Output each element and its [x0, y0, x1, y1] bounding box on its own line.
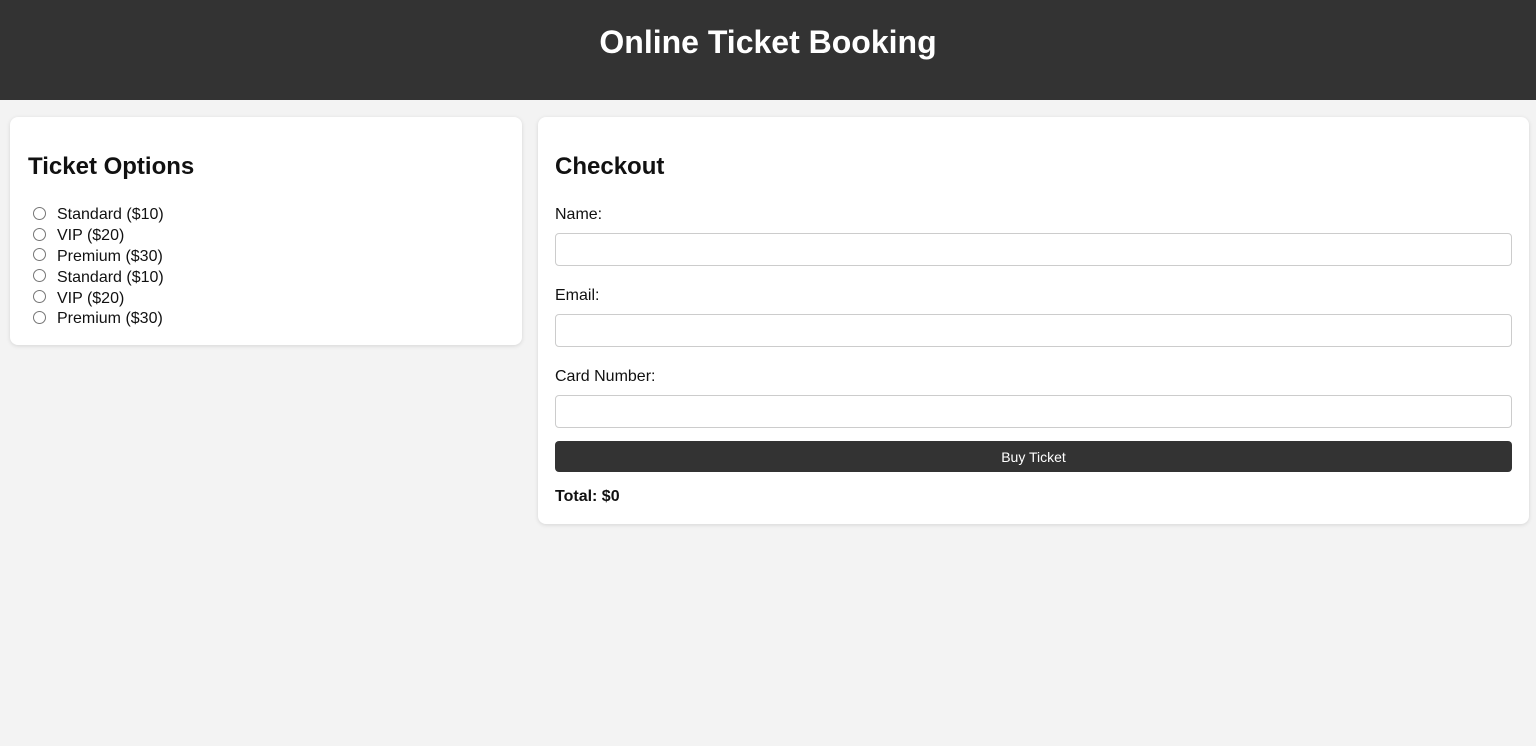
radio-button[interactable] — [33, 290, 46, 304]
main-content: Ticket Options Standard ($10) VIP ($20) … — [0, 100, 1536, 746]
radio-button[interactable] — [33, 206, 46, 220]
ticket-option[interactable]: VIP ($20) — [28, 288, 504, 309]
radio-button[interactable] — [33, 310, 46, 324]
radio-button[interactable] — [33, 248, 46, 262]
ticket-option[interactable]: Premium ($30) — [28, 247, 504, 268]
email-field[interactable] — [555, 314, 1512, 347]
total-amount: Total: $0 — [555, 488, 620, 505]
ticket-option-label: VIP ($20) — [57, 289, 125, 307]
card-number-label: Card Number: — [555, 368, 656, 385]
ticket-option-label: Standard ($10) — [57, 206, 164, 224]
ticket-option-label: Premium ($30) — [57, 310, 163, 328]
radio-button[interactable] — [33, 269, 46, 283]
ticket-option-label: Standard ($10) — [57, 268, 164, 286]
checkout-heading: Checkout — [555, 153, 665, 180]
card-number-field[interactable] — [555, 395, 1512, 428]
ticket-option-label: Premium ($30) — [57, 247, 163, 265]
radio-button[interactable] — [33, 227, 46, 241]
app-header: Online Ticket Booking — [0, 0, 1536, 100]
buy-ticket-button[interactable]: Buy Ticket — [555, 441, 1512, 472]
ticket-option[interactable]: Standard ($10) — [28, 205, 504, 226]
page-title: Online Ticket Booking — [599, 23, 937, 60]
ticket-option[interactable]: Standard ($10) — [28, 267, 504, 288]
name-field[interactable] — [555, 233, 1512, 266]
ticket-options-heading: Ticket Options — [28, 153, 195, 180]
email-label: Email: — [555, 287, 600, 304]
ticket-option[interactable]: Premium ($30) — [28, 309, 504, 330]
ticket-option-list: Standard ($10) VIP ($20) Premium ($30) S… — [28, 205, 504, 330]
ticket-options-panel: Ticket Options Standard ($10) VIP ($20) … — [10, 117, 522, 345]
ticket-option[interactable]: VIP ($20) — [28, 226, 504, 247]
ticket-option-label: VIP ($20) — [57, 227, 125, 245]
checkout-panel: Checkout Name: Email: Card Number: Buy T… — [538, 117, 1529, 524]
name-label: Name: — [555, 206, 603, 223]
